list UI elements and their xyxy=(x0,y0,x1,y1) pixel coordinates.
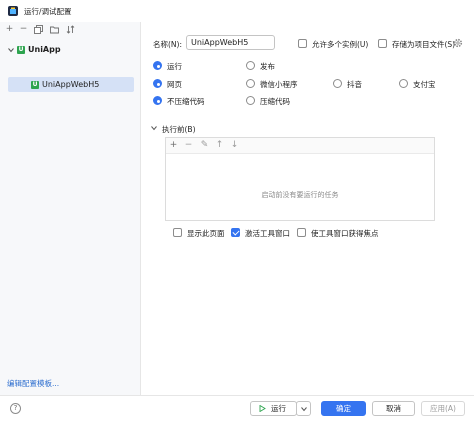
store-as-project-checkbox[interactable] xyxy=(378,39,387,48)
edit-task-icon[interactable]: ✎ xyxy=(200,141,209,150)
store-as-project-label: 存储为项目文件(S) xyxy=(392,40,456,49)
chevron-down-icon xyxy=(301,407,307,412)
name-label: 名称(N): xyxy=(153,40,182,49)
before-launch-panel: + − ✎ ↑ ↓ 启动前没有要运行的任务 xyxy=(165,137,435,221)
platform-douyin-label: 抖音 xyxy=(347,80,362,89)
run-button-label: 运行 xyxy=(271,404,286,413)
move-up-icon[interactable]: ↑ xyxy=(215,141,224,150)
copy-icon[interactable] xyxy=(34,25,43,34)
platform-wechat-radio[interactable] xyxy=(246,79,255,88)
gear-icon[interactable] xyxy=(453,38,463,48)
compress-radio[interactable] xyxy=(246,96,255,105)
allow-multiple-label: 允许多个实例(U) xyxy=(312,40,369,49)
config-form: 名称(N): UniAppWebH5 允许多个实例(U) 存储为项目文件(S) … xyxy=(142,22,474,395)
tree-root-label: UniApp xyxy=(28,45,61,54)
folder-icon[interactable] xyxy=(50,25,59,34)
window-title: 运行/调试配置 xyxy=(24,7,72,16)
allow-multiple-checkbox[interactable] xyxy=(298,39,307,48)
chevron-down-icon[interactable] xyxy=(8,47,14,53)
remove-task-icon[interactable]: − xyxy=(184,141,193,150)
platform-alipay-label: 支付宝 xyxy=(413,80,436,89)
help-icon[interactable]: ? xyxy=(10,403,21,414)
mode-run-label: 运行 xyxy=(167,62,182,71)
config-sidebar: + − U UniApp U UniAppWebH5 编辑配置模板... xyxy=(0,22,141,395)
no-compress-label: 不压缩代码 xyxy=(167,97,205,106)
focus-tool-window-label: 使工具窗口获得焦点 xyxy=(311,229,379,238)
platform-alipay-radio[interactable] xyxy=(399,79,408,88)
chevron-down-icon[interactable] xyxy=(151,125,157,131)
cancel-button[interactable]: 取消 xyxy=(372,401,415,416)
show-page-label: 显示此页面 xyxy=(187,229,225,238)
move-down-icon[interactable]: ↓ xyxy=(230,141,239,150)
sort-icon[interactable] xyxy=(66,25,75,34)
before-launch-toolbar: + − ✎ ↑ ↓ xyxy=(166,138,434,154)
activate-tool-window-checkbox[interactable] xyxy=(231,228,240,237)
mode-publish-radio[interactable] xyxy=(246,61,255,70)
no-compress-radio[interactable] xyxy=(153,96,162,105)
run-dropdown-button[interactable] xyxy=(296,401,311,416)
dialog-footer: ? 运行 确定 取消 应用(A) xyxy=(0,395,474,423)
edit-templates-link[interactable]: 编辑配置模板... xyxy=(7,378,59,389)
tree-item-uniapp[interactable]: U UniApp xyxy=(8,43,61,56)
uniapp-icon: U xyxy=(31,80,39,89)
platform-web-radio[interactable] xyxy=(153,79,162,88)
play-icon xyxy=(259,405,266,412)
platform-wechat-label: 微信小程序 xyxy=(260,80,298,89)
compress-label: 压缩代码 xyxy=(260,97,290,106)
before-launch-label[interactable]: 执行前(B) xyxy=(162,124,196,135)
add-icon[interactable]: + xyxy=(5,25,14,34)
before-launch-empty-text: 启动前没有要运行的任务 xyxy=(261,191,339,199)
tree-child-label: UniAppWebH5 xyxy=(42,80,100,89)
title-bar: 运行/调试配置 xyxy=(0,0,474,22)
platform-douyin-radio[interactable] xyxy=(333,79,342,88)
name-input[interactable]: UniAppWebH5 xyxy=(186,35,275,50)
uniapp-icon: U xyxy=(17,45,25,54)
mode-publish-label: 发布 xyxy=(260,62,275,71)
ok-button[interactable]: 确定 xyxy=(321,401,366,416)
focus-tool-window-checkbox[interactable] xyxy=(297,228,306,237)
platform-web-label: 网页 xyxy=(167,80,182,89)
show-page-checkbox[interactable] xyxy=(173,228,182,237)
run-button[interactable]: 运行 xyxy=(250,401,297,416)
mode-run-radio[interactable] xyxy=(153,61,162,70)
tree-item-uniappwebh5[interactable]: U UniAppWebH5 xyxy=(8,77,134,92)
apply-button[interactable]: 应用(A) xyxy=(421,401,465,416)
sidebar-toolbar: + − xyxy=(0,22,141,38)
add-task-icon[interactable]: + xyxy=(169,141,178,150)
remove-icon[interactable]: − xyxy=(19,25,28,34)
activate-tool-window-label: 激活工具窗口 xyxy=(245,229,290,238)
app-icon xyxy=(8,6,18,16)
